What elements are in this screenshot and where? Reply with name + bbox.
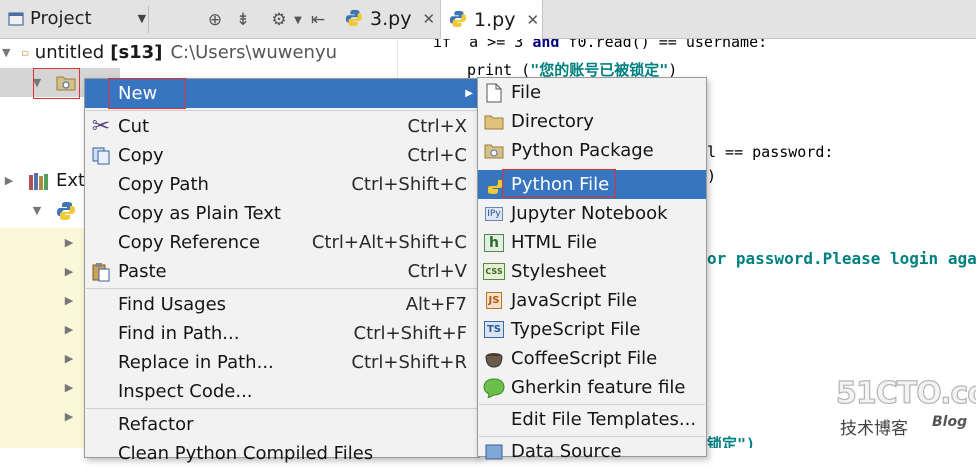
- copy-icon: [89, 144, 113, 168]
- project-title-label: Project: [30, 8, 92, 29]
- submenu-item-directory[interactable]: Directory: [478, 107, 706, 136]
- root-name: untitled: [34, 42, 105, 63]
- python-file-icon: [345, 9, 363, 29]
- root-tag: [s13]: [110, 42, 163, 63]
- collapse-all-icon[interactable]: ⇟: [232, 9, 254, 31]
- project-header: Project ▼ ⊕ ⇟ ⚙ ▼ ⇤: [0, 0, 337, 39]
- python-logo-icon: [56, 201, 76, 221]
- watermark: 51CTO.com 技术博客 Blog: [835, 375, 976, 448]
- package-folder-icon: [482, 139, 506, 163]
- data-source-icon: [482, 440, 506, 464]
- html-icon: h: [482, 231, 506, 255]
- folder-icon: [22, 50, 29, 55]
- submenu-item-html-file[interactable]: h HTML File: [478, 228, 706, 257]
- menu-separator: [86, 110, 478, 111]
- editor-tab-bar: 3.py ✕ 1.py ✕: [337, 0, 976, 39]
- submenu-arrow-icon: ▶: [465, 88, 473, 99]
- expand-arrow-icon[interactable]: ▶: [62, 265, 76, 278]
- header-divider: [148, 6, 149, 33]
- folder-icon: [482, 110, 506, 134]
- submenu-item-edit-file-templates[interactable]: Edit File Templates...: [478, 405, 706, 434]
- code-line: 锁定"): [707, 435, 756, 448]
- submenu-item-jupyter-notebook[interactable]: IPy Jupyter Notebook: [478, 199, 706, 228]
- submenu-item-data-source[interactable]: Data Source: [478, 437, 706, 466]
- menu-separator: [86, 288, 478, 289]
- expand-arrow-icon[interactable]: ▼: [30, 76, 44, 89]
- chevron-down-icon: ▼: [137, 12, 147, 25]
- submenu-item-python-package[interactable]: Python Package: [478, 136, 706, 165]
- expand-arrow-icon[interactable]: ▶: [2, 174, 16, 187]
- menu-item-refactor[interactable]: Refactor: [85, 410, 479, 439]
- coffee-icon: [482, 347, 506, 371]
- submenu-item-gherkin-feature-file[interactable]: Gherkin feature file: [478, 373, 706, 402]
- expand-arrow-icon[interactable]: ▼: [2, 46, 10, 59]
- expand-arrow-icon[interactable]: ▶: [62, 323, 76, 336]
- menu-item-copy[interactable]: Copy Ctrl+C: [85, 141, 479, 170]
- close-icon[interactable]: ✕: [526, 11, 539, 29]
- menu-item-find-usages[interactable]: Find Usages Alt+F7: [85, 290, 479, 319]
- expand-arrow-icon[interactable]: ▶: [62, 352, 76, 365]
- menu-item-new[interactable]: New ▶: [85, 79, 479, 108]
- hide-panel-icon[interactable]: ⇤: [307, 9, 329, 31]
- menu-item-paste[interactable]: Paste Ctrl+V: [85, 257, 479, 286]
- watermark-logo: 51CTO.com: [835, 375, 976, 411]
- python-file-icon: [482, 173, 506, 197]
- scissors-icon: ✂: [91, 114, 111, 139]
- code-line: or password.Please login aga: [707, 249, 976, 268]
- new-submenu: File Directory Python Package Python Fil…: [477, 77, 707, 462]
- tab-3-py[interactable]: 3.py ✕: [337, 0, 441, 38]
- menu-item-inspect-code[interactable]: Inspect Code...: [85, 377, 479, 406]
- jupyter-icon: IPy: [485, 206, 503, 221]
- chevron-down-icon[interactable]: ▼: [287, 9, 309, 31]
- tree-row-root[interactable]: ▼ untitled [s13] C:\Users\wuwenyu: [0, 38, 337, 67]
- project-view-selector[interactable]: Project ▼: [8, 8, 146, 29]
- submenu-item-file[interactable]: File: [478, 78, 706, 107]
- menu-item-copy-path[interactable]: Copy Path Ctrl+Shift+C: [85, 170, 479, 199]
- project-view-icon: [8, 11, 24, 26]
- css-icon: CSS: [482, 260, 506, 284]
- menu-item-copy-reference[interactable]: Copy Reference Ctrl+Alt+Shift+C: [85, 228, 479, 257]
- tab-label: 1.py: [474, 8, 516, 31]
- watermark-blog: Blog: [932, 414, 968, 430]
- expand-arrow-icon[interactable]: ▶: [62, 236, 76, 249]
- expand-arrow-icon[interactable]: ▶: [62, 381, 76, 394]
- menu-item-replace-in-path[interactable]: Replace in Path... Ctrl+Shift+R: [85, 348, 479, 377]
- code-line: ): [707, 167, 717, 185]
- code-line: if a >= 3 and f0.read() == username:: [433, 39, 768, 51]
- scroll-from-source-icon[interactable]: ⊕: [204, 9, 226, 31]
- js-icon: JS: [482, 289, 506, 313]
- menu-item-copy-plain-text[interactable]: Copy as Plain Text: [85, 199, 479, 228]
- menu-item-find-in-path[interactable]: Find in Path... Ctrl+Shift+F: [85, 319, 479, 348]
- expand-arrow-icon[interactable]: ▶: [62, 410, 76, 423]
- expand-arrow-icon[interactable]: ▼: [30, 204, 44, 217]
- tab-label: 3.py: [370, 8, 412, 30]
- library-icon: [29, 172, 48, 190]
- menu-item-cut[interactable]: ✂ Cut Ctrl+X: [85, 112, 479, 141]
- menu-item-clean-compiled[interactable]: Clean Python Compiled Files: [85, 439, 479, 468]
- expand-arrow-icon[interactable]: ▶: [62, 294, 76, 307]
- watermark-subtitle: 技术博客: [840, 419, 908, 439]
- paste-icon: [89, 260, 113, 284]
- python-file-icon: [449, 10, 467, 30]
- package-folder-icon: [56, 76, 76, 90]
- tab-1-py[interactable]: 1.py ✕: [441, 0, 543, 39]
- submenu-item-coffeescript-file[interactable]: CoffeeScript File: [478, 344, 706, 373]
- code-line: l == password:: [707, 143, 834, 161]
- ts-icon: TS: [482, 318, 506, 342]
- gherkin-icon: [482, 376, 506, 400]
- submenu-item-stylesheet[interactable]: CSS Stylesheet: [478, 257, 706, 286]
- menu-separator: [86, 408, 478, 409]
- close-icon[interactable]: ✕: [422, 10, 435, 28]
- root-path: C:\Users\wuwenyu: [170, 42, 337, 63]
- file-icon: [482, 81, 506, 105]
- context-menu: New ▶ ✂ Cut Ctrl+X Copy Ctrl+C Copy Path…: [84, 78, 480, 464]
- submenu-item-python-file[interactable]: Python File: [478, 170, 706, 199]
- submenu-item-javascript-file[interactable]: JS JavaScript File: [478, 286, 706, 315]
- submenu-item-typescript-file[interactable]: TS TypeScript File: [478, 315, 706, 344]
